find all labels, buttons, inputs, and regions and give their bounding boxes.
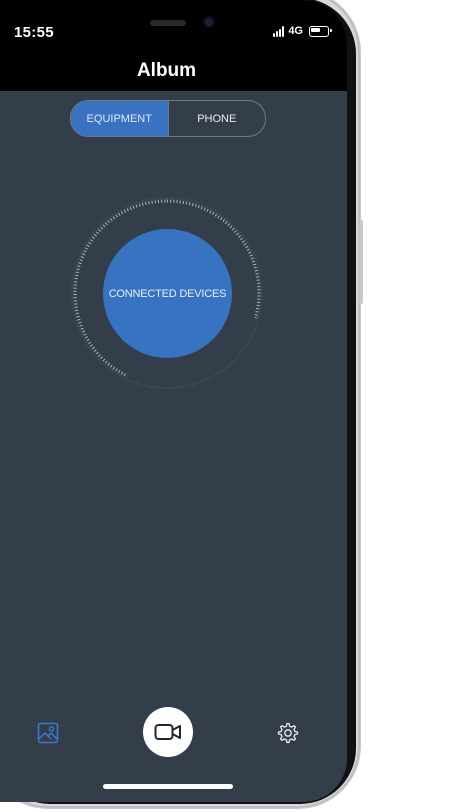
gear-icon <box>277 722 299 744</box>
record-button[interactable] <box>143 707 193 757</box>
source-segmented-control: EQUIPMENT PHONE <box>70 100 266 137</box>
home-indicator <box>103 784 233 789</box>
tab-settings[interactable] <box>275 721 299 745</box>
side-button <box>359 220 363 304</box>
front-camera <box>205 18 213 26</box>
status-time: 15:55 <box>14 24 54 41</box>
speaker <box>150 20 186 26</box>
battery-icon <box>309 25 332 37</box>
tab-album[interactable] <box>37 722 59 744</box>
segment-equipment[interactable]: EQUIPMENT <box>71 101 168 136</box>
connected-devices-button[interactable]: CONNECTED DEVICES <box>103 229 232 358</box>
video-camera-icon <box>154 724 181 740</box>
signal-icon <box>273 25 285 37</box>
status-indicators: 4G <box>273 25 332 37</box>
image-icon <box>37 722 59 744</box>
app-screen: 15:55 4G Album EQUIPMENT PHONE CONNECTED… <box>0 0 347 802</box>
network-type: 4G <box>288 25 303 37</box>
segment-phone[interactable]: PHONE <box>167 101 266 136</box>
page-title: Album <box>136 60 197 81</box>
